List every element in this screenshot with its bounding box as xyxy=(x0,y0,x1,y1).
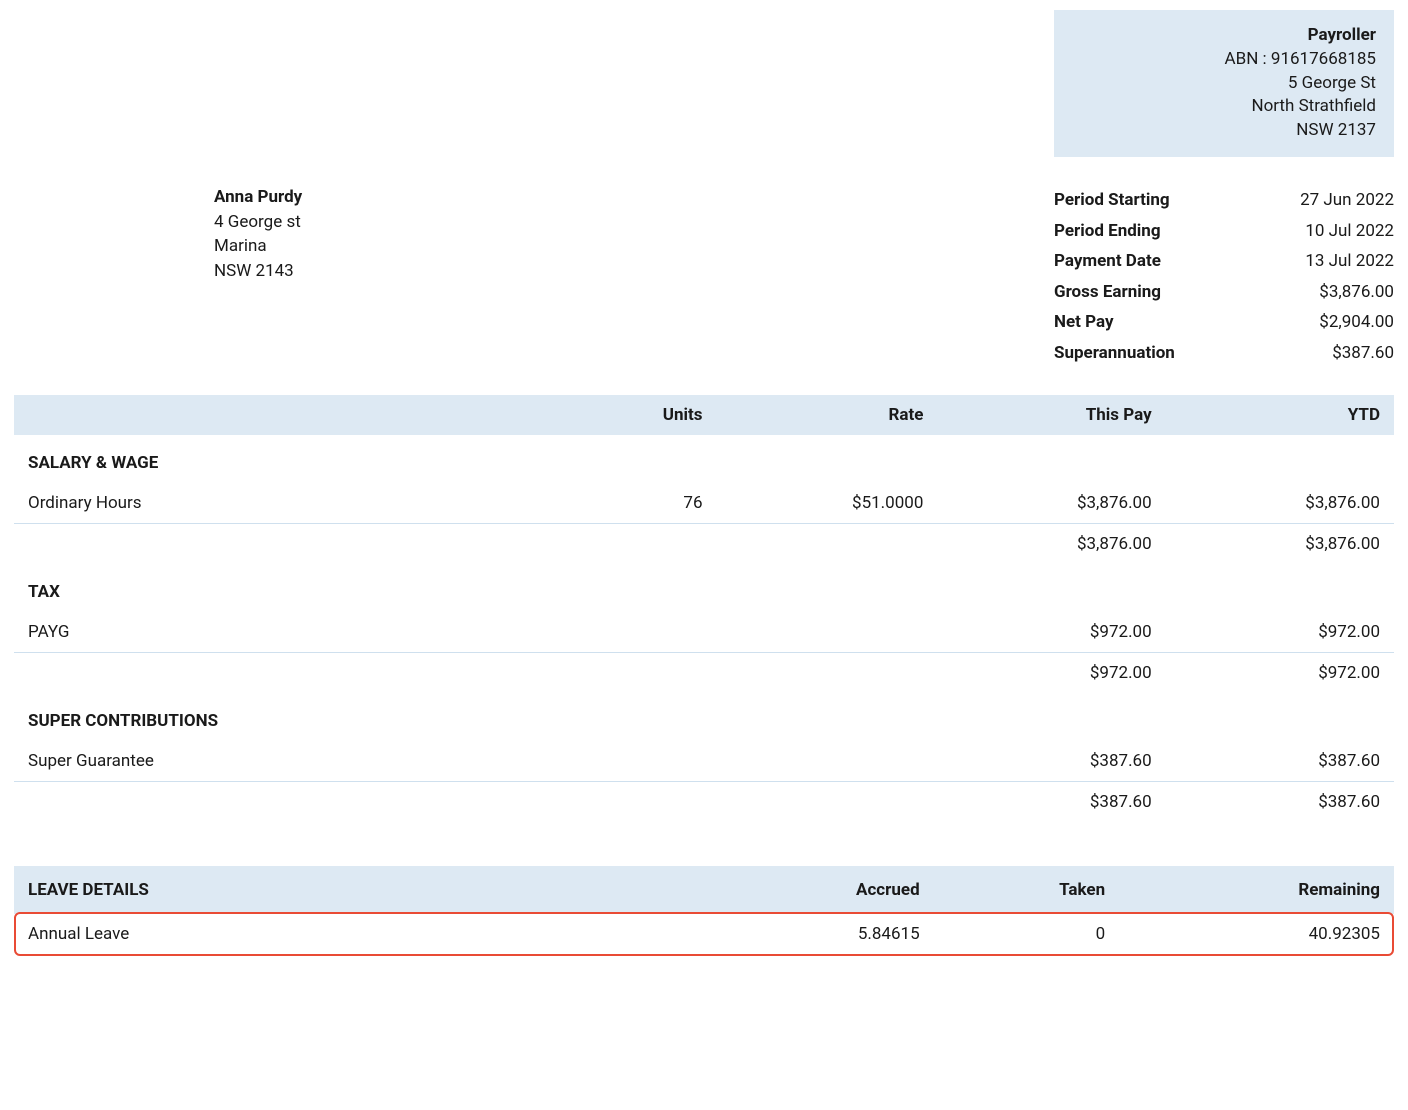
period-ending-label: Period Ending xyxy=(1054,216,1161,247)
salary-header-text: SALARY & WAGE xyxy=(14,435,1394,483)
tax-header-text: TAX xyxy=(14,564,1394,612)
super-guarantee-label: Super Guarantee xyxy=(14,741,566,782)
payg-ytd: $972.00 xyxy=(1166,612,1394,653)
annual-leave-row: Annual Leave 5.84615 0 40.92305 xyxy=(14,914,1394,954)
leave-accrued-header: Accrued xyxy=(704,866,934,914)
super-subtotal-ytd: $387.60 xyxy=(1166,781,1394,822)
gross-earning-value: $3,876.00 xyxy=(1319,277,1394,308)
leave-details-header: LEAVE DETAILS xyxy=(14,866,704,914)
ordinary-hours-label: Ordinary Hours xyxy=(14,483,566,524)
salary-subtotal-this: $3,876.00 xyxy=(937,523,1165,564)
super-header-text: SUPER CONTRIBUTIONS xyxy=(14,693,1394,741)
period-ending-value: 10 Jul 2022 xyxy=(1305,216,1394,247)
superannuation-value: $387.60 xyxy=(1332,338,1394,369)
tax-section-header: TAX xyxy=(14,564,1394,612)
earnings-table: Units Rate This Pay YTD SALARY & WAGE Or… xyxy=(14,395,1394,822)
employee-name: Anna Purdy xyxy=(214,185,302,210)
tax-subtotal-ytd: $972.00 xyxy=(1166,652,1394,693)
super-section-header: SUPER CONTRIBUTIONS xyxy=(14,693,1394,741)
ordinary-hours-row: Ordinary Hours 76 $51.0000 $3,876.00 $3,… xyxy=(14,483,1394,524)
leave-taken-header: Taken xyxy=(934,866,1119,914)
ordinary-hours-this: $3,876.00 xyxy=(937,483,1165,524)
gross-earning-label: Gross Earning xyxy=(1054,277,1161,308)
company-address-2: North Strathfield xyxy=(1072,95,1376,119)
employee-address-1: 4 George st xyxy=(214,210,302,235)
net-pay-value: $2,904.00 xyxy=(1319,307,1394,338)
employee-info: Anna Purdy 4 George st Marina NSW 2143 xyxy=(214,185,302,369)
super-guarantee-this: $387.60 xyxy=(937,741,1165,782)
annual-leave-label: Annual Leave xyxy=(14,914,704,954)
period-starting-value: 27 Jun 2022 xyxy=(1300,185,1394,216)
annual-leave-accrued: 5.84615 xyxy=(704,914,934,954)
col-this-pay: This Pay xyxy=(937,395,1165,435)
net-pay-label: Net Pay xyxy=(1054,307,1114,338)
super-guarantee-row: Super Guarantee $387.60 $387.60 xyxy=(14,741,1394,782)
info-row: Anna Purdy 4 George st Marina NSW 2143 P… xyxy=(14,185,1394,369)
col-rate: Rate xyxy=(717,395,938,435)
annual-leave-remaining: 40.92305 xyxy=(1119,914,1394,954)
company-address-3: NSW 2137 xyxy=(1072,119,1376,143)
company-info-box: Payroller ABN : 91617668185 5 George St … xyxy=(1054,10,1394,157)
pay-summary: Period Starting 27 Jun 2022 Period Ending… xyxy=(1054,185,1394,369)
col-blank xyxy=(14,395,566,435)
period-starting-label: Period Starting xyxy=(1054,185,1170,216)
earnings-header-row: Units Rate This Pay YTD xyxy=(14,395,1394,435)
tax-subtotal-row: $972.00 $972.00 xyxy=(14,652,1394,693)
employee-address-3: NSW 2143 xyxy=(214,259,302,284)
leave-header-row: LEAVE DETAILS Accrued Taken Remaining xyxy=(14,866,1394,914)
payment-date-value: 13 Jul 2022 xyxy=(1305,246,1394,277)
payg-this: $972.00 xyxy=(937,612,1165,653)
leave-table: LEAVE DETAILS Accrued Taken Remaining An… xyxy=(14,866,1394,954)
salary-section-header: SALARY & WAGE xyxy=(14,435,1394,483)
company-address-1: 5 George St xyxy=(1072,72,1376,96)
payg-row: PAYG $972.00 $972.00 xyxy=(14,612,1394,653)
superannuation-label: Superannuation xyxy=(1054,338,1175,369)
ordinary-hours-ytd: $3,876.00 xyxy=(1166,483,1394,524)
super-guarantee-ytd: $387.60 xyxy=(1166,741,1394,782)
ordinary-hours-units: 76 xyxy=(566,483,717,524)
tax-subtotal-this: $972.00 xyxy=(937,652,1165,693)
ordinary-hours-rate: $51.0000 xyxy=(717,483,938,524)
leave-remaining-header: Remaining xyxy=(1119,866,1394,914)
col-units: Units xyxy=(566,395,717,435)
company-name: Payroller xyxy=(1072,24,1376,48)
super-subtotal-row: $387.60 $387.60 xyxy=(14,781,1394,822)
salary-subtotal-row: $3,876.00 $3,876.00 xyxy=(14,523,1394,564)
payg-label: PAYG xyxy=(14,612,566,653)
company-abn: ABN : 91617668185 xyxy=(1072,48,1376,72)
super-subtotal-this: $387.60 xyxy=(937,781,1165,822)
col-ytd: YTD xyxy=(1166,395,1394,435)
salary-subtotal-ytd: $3,876.00 xyxy=(1166,523,1394,564)
payment-date-label: Payment Date xyxy=(1054,246,1161,277)
employee-address-2: Marina xyxy=(214,234,302,259)
annual-leave-taken: 0 xyxy=(934,914,1119,954)
